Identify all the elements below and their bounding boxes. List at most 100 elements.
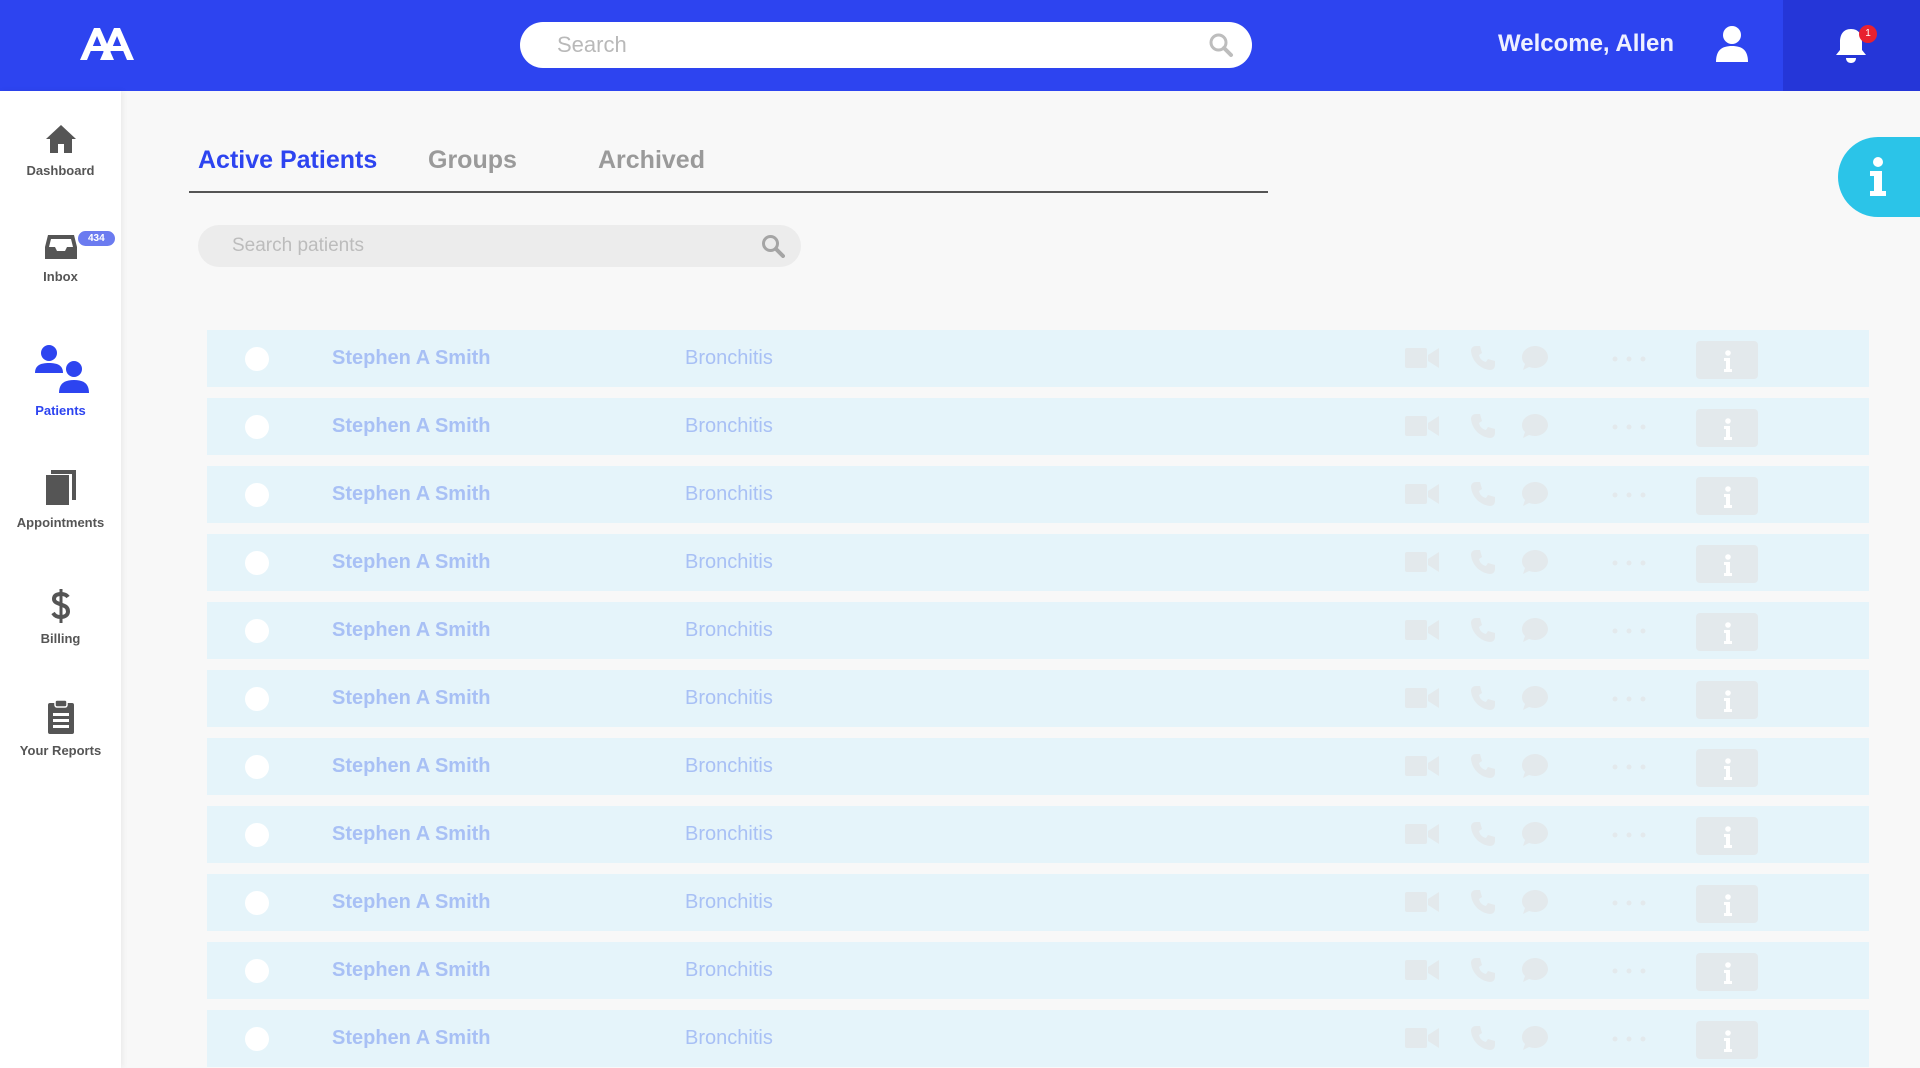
chat-icon[interactable] [1521, 889, 1549, 915]
chat-icon[interactable] [1521, 549, 1549, 575]
patient-name[interactable]: Stephen A Smith [332, 551, 491, 574]
table-row[interactable]: Stephen A Smith Bronchitis [207, 1010, 1869, 1067]
patient-name[interactable]: Stephen A Smith [332, 347, 491, 370]
phone-icon[interactable] [1470, 617, 1496, 643]
phone-icon[interactable] [1470, 753, 1496, 779]
more-options-icon[interactable] [1611, 764, 1647, 770]
row-info-button[interactable] [1696, 885, 1758, 923]
search-icon[interactable] [1208, 32, 1234, 58]
row-select-radio[interactable] [245, 823, 269, 847]
more-options-icon[interactable] [1611, 832, 1647, 838]
chat-icon[interactable] [1521, 821, 1549, 847]
phone-icon[interactable] [1470, 549, 1496, 575]
info-floating-button[interactable] [1838, 137, 1920, 217]
phone-icon[interactable] [1470, 685, 1496, 711]
table-row[interactable]: Stephen A Smith Bronchitis [207, 330, 1869, 387]
table-row[interactable]: Stephen A Smith Bronchitis [207, 874, 1869, 931]
row-info-button[interactable] [1696, 409, 1758, 447]
patient-name[interactable]: Stephen A Smith [332, 823, 491, 846]
video-call-icon[interactable] [1405, 551, 1439, 573]
more-options-icon[interactable] [1611, 560, 1647, 566]
video-call-icon[interactable] [1405, 483, 1439, 505]
more-options-icon[interactable] [1611, 492, 1647, 498]
patient-name[interactable]: Stephen A Smith [332, 619, 491, 642]
logo-icon[interactable] [78, 24, 136, 64]
table-row[interactable]: Stephen A Smith Bronchitis [207, 942, 1869, 999]
phone-icon[interactable] [1470, 889, 1496, 915]
video-call-icon[interactable] [1405, 619, 1439, 641]
patient-name[interactable]: Stephen A Smith [332, 891, 491, 914]
row-select-radio[interactable] [245, 891, 269, 915]
more-options-icon[interactable] [1611, 424, 1647, 430]
tab-active-patients[interactable]: Active Patients [198, 146, 377, 175]
row-select-radio[interactable] [245, 755, 269, 779]
table-row[interactable]: Stephen A Smith Bronchitis [207, 466, 1869, 523]
tab-archived[interactable]: Archived [598, 146, 705, 175]
patient-name[interactable]: Stephen A Smith [332, 483, 491, 506]
tab-groups[interactable]: Groups [428, 146, 517, 175]
patient-name[interactable]: Stephen A Smith [332, 959, 491, 982]
patient-search-input[interactable] [232, 235, 761, 257]
chat-icon[interactable] [1521, 413, 1549, 439]
more-options-icon[interactable] [1611, 696, 1647, 702]
chat-icon[interactable] [1521, 753, 1549, 779]
phone-icon[interactable] [1470, 821, 1496, 847]
more-options-icon[interactable] [1611, 968, 1647, 974]
video-call-icon[interactable] [1405, 687, 1439, 709]
chat-icon[interactable] [1521, 957, 1549, 983]
row-select-radio[interactable] [245, 483, 269, 507]
phone-icon[interactable] [1470, 345, 1496, 371]
row-select-radio[interactable] [245, 619, 269, 643]
global-search-input[interactable] [557, 32, 1208, 58]
chat-icon[interactable] [1521, 345, 1549, 371]
row-info-button[interactable] [1696, 341, 1758, 379]
row-select-radio[interactable] [245, 687, 269, 711]
row-info-button[interactable] [1696, 1021, 1758, 1059]
table-row[interactable]: Stephen A Smith Bronchitis [207, 738, 1869, 795]
row-select-radio[interactable] [245, 415, 269, 439]
sidebar-item-dashboard[interactable]: Dashboard [0, 123, 121, 178]
phone-icon[interactable] [1470, 481, 1496, 507]
row-info-button[interactable] [1696, 681, 1758, 719]
search-icon[interactable] [761, 234, 785, 258]
phone-icon[interactable] [1470, 957, 1496, 983]
table-row[interactable]: Stephen A Smith Bronchitis [207, 398, 1869, 455]
more-options-icon[interactable] [1611, 628, 1647, 634]
video-call-icon[interactable] [1405, 823, 1439, 845]
sidebar-item-appointments[interactable]: Appointments [0, 469, 121, 530]
phone-icon[interactable] [1470, 1025, 1496, 1051]
more-options-icon[interactable] [1611, 356, 1647, 362]
row-info-button[interactable] [1696, 953, 1758, 991]
chat-icon[interactable] [1521, 685, 1549, 711]
more-options-icon[interactable] [1611, 1036, 1647, 1042]
video-call-icon[interactable] [1405, 347, 1439, 369]
row-select-radio[interactable] [245, 551, 269, 575]
chat-icon[interactable] [1521, 481, 1549, 507]
patient-name[interactable]: Stephen A Smith [332, 755, 491, 778]
user-icon[interactable] [1712, 24, 1752, 64]
row-info-button[interactable] [1696, 613, 1758, 651]
row-select-radio[interactable] [245, 347, 269, 371]
video-call-icon[interactable] [1405, 891, 1439, 913]
table-row[interactable]: Stephen A Smith Bronchitis [207, 806, 1869, 863]
sidebar-item-billing[interactable]: Billing [0, 589, 121, 646]
patient-name[interactable]: Stephen A Smith [332, 1027, 491, 1050]
patient-name[interactable]: Stephen A Smith [332, 415, 491, 438]
video-call-icon[interactable] [1405, 959, 1439, 981]
row-info-button[interactable] [1696, 545, 1758, 583]
row-info-button[interactable] [1696, 817, 1758, 855]
table-row[interactable]: Stephen A Smith Bronchitis [207, 670, 1869, 727]
sidebar-item-patients[interactable]: Patients [0, 343, 121, 418]
row-info-button[interactable] [1696, 749, 1758, 787]
patient-name[interactable]: Stephen A Smith [332, 687, 491, 710]
video-call-icon[interactable] [1405, 415, 1439, 437]
sidebar-item-inbox[interactable]: 434 Inbox [0, 231, 121, 284]
table-row[interactable]: Stephen A Smith Bronchitis [207, 534, 1869, 591]
row-select-radio[interactable] [245, 959, 269, 983]
sidebar-item-your-reports[interactable]: Your Reports [0, 699, 121, 758]
table-row[interactable]: Stephen A Smith Bronchitis [207, 602, 1869, 659]
phone-icon[interactable] [1470, 413, 1496, 439]
more-options-icon[interactable] [1611, 900, 1647, 906]
row-info-button[interactable] [1696, 477, 1758, 515]
video-call-icon[interactable] [1405, 1027, 1439, 1049]
